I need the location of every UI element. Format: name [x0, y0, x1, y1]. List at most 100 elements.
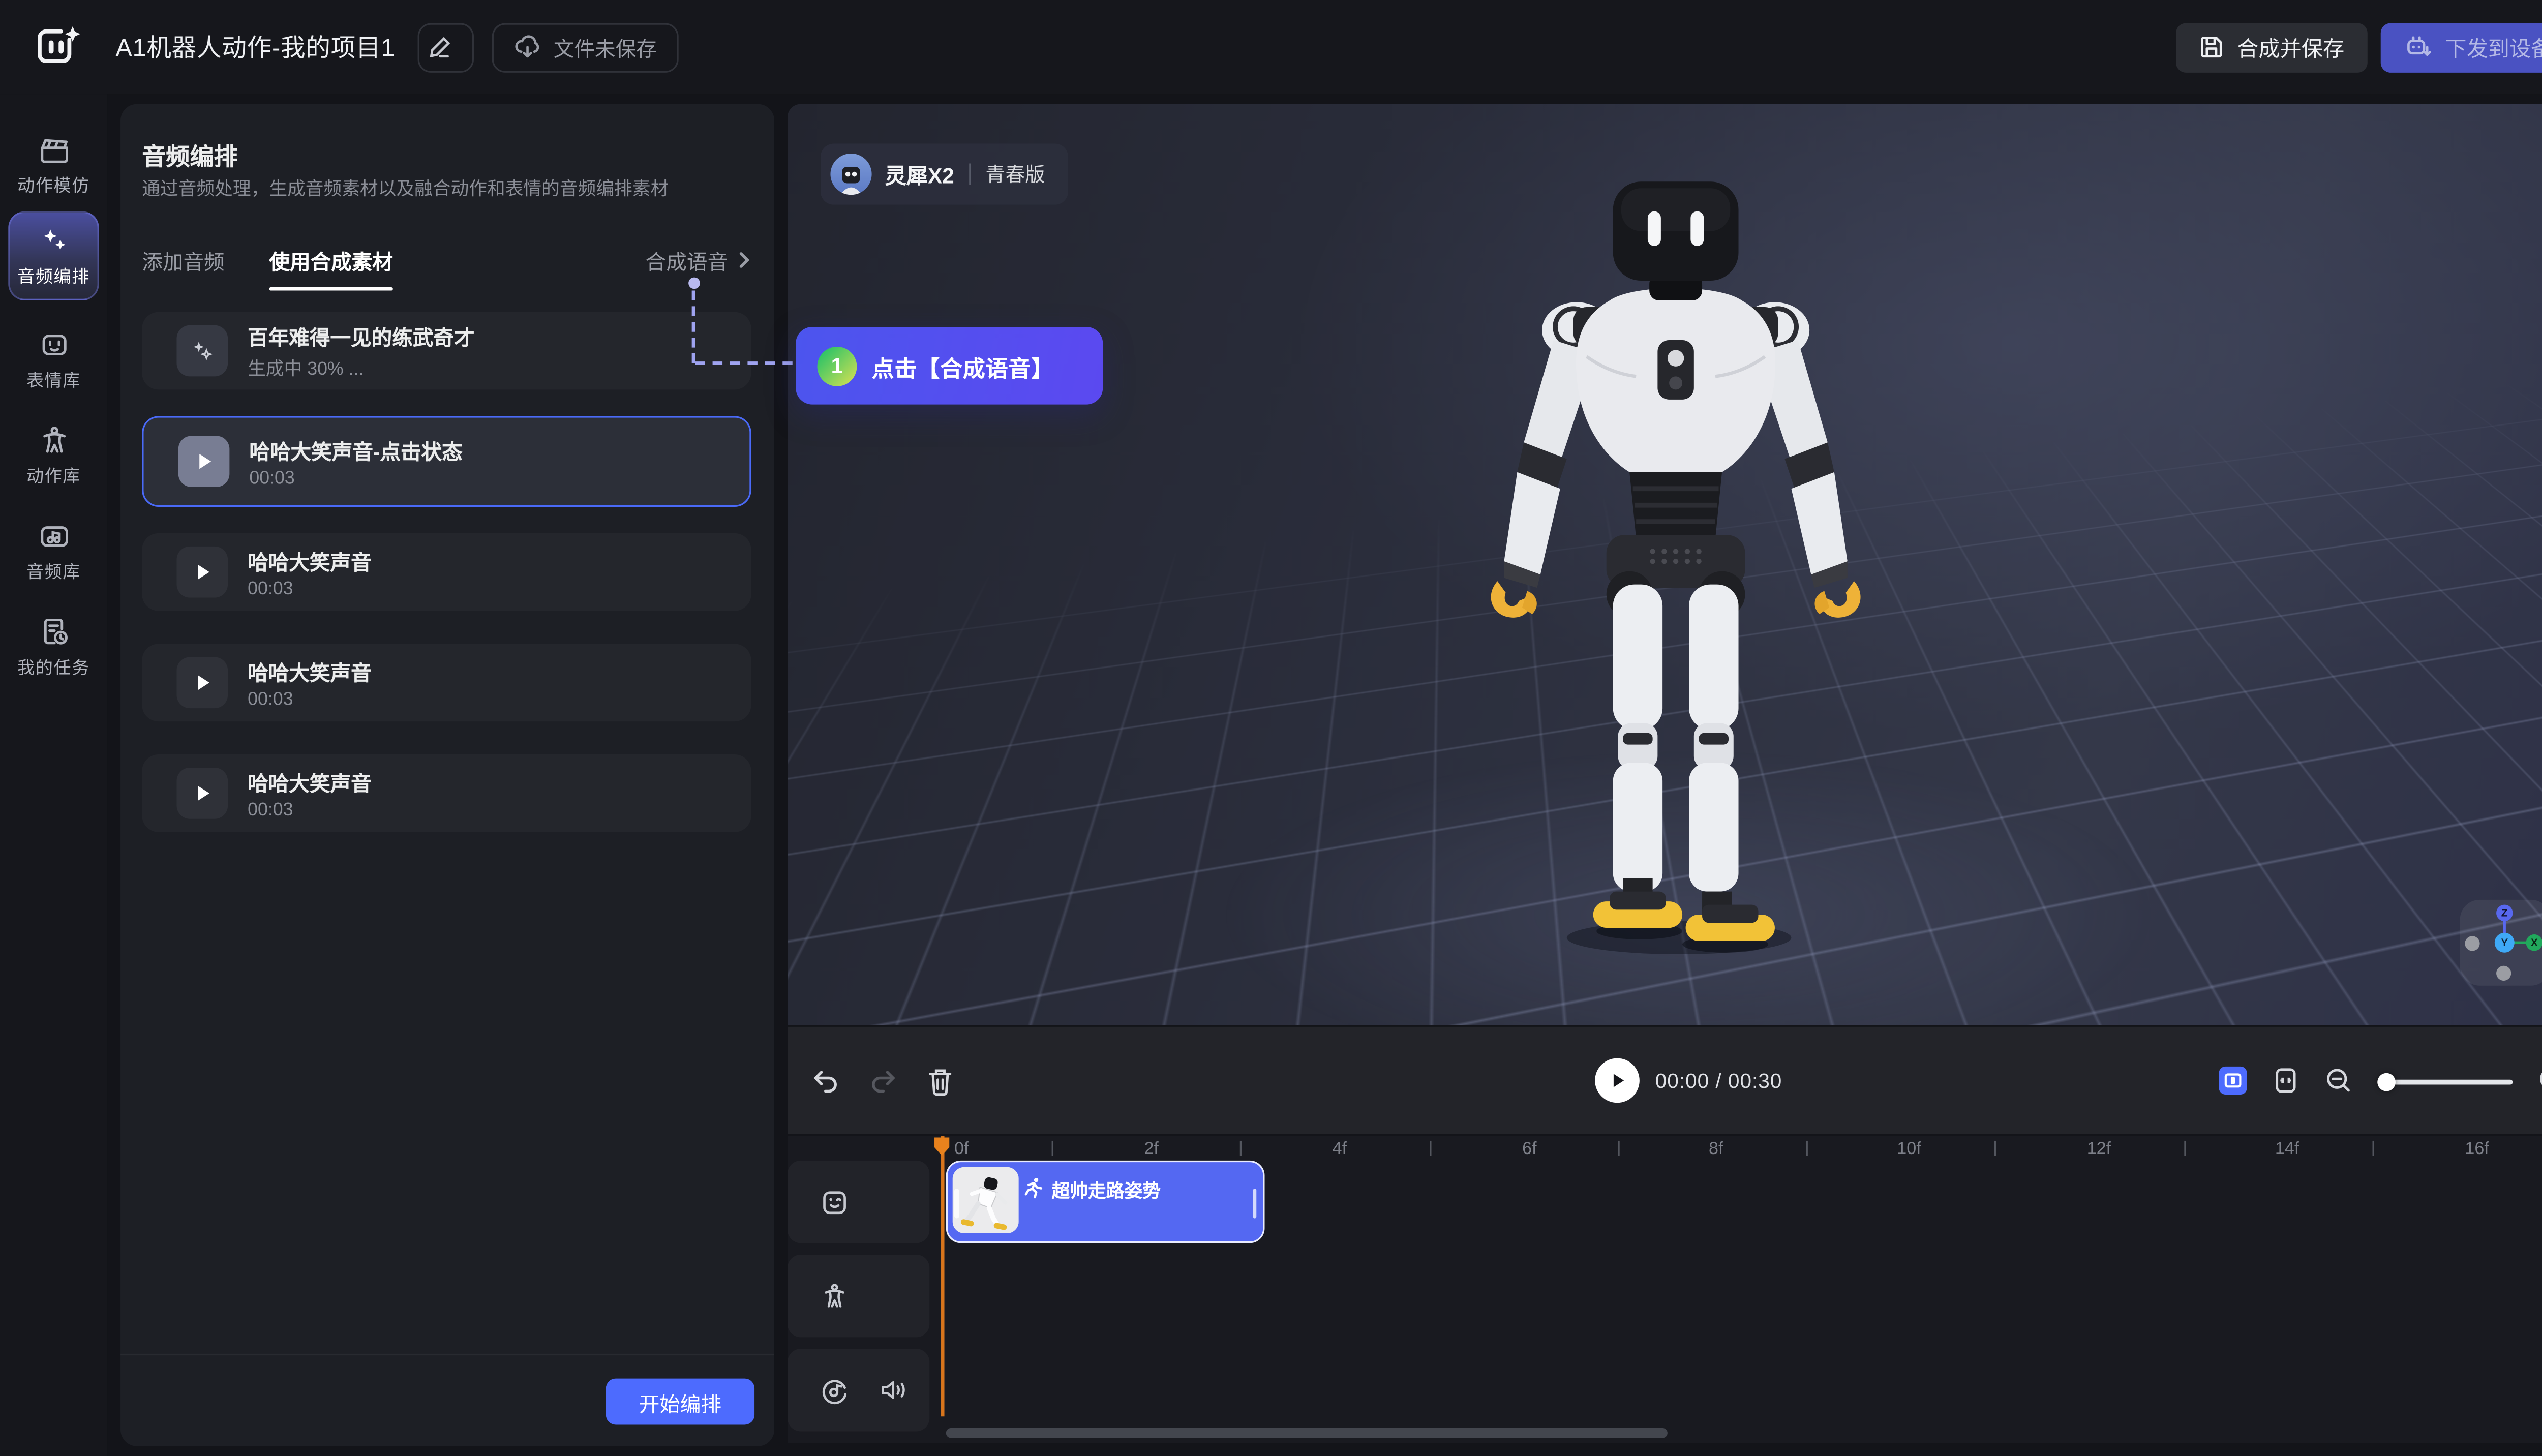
save-status-label: 文件未保存	[554, 32, 657, 63]
robot-download-icon	[2404, 33, 2432, 61]
audio-item-title: 百年难得一见的练武奇才	[248, 320, 475, 352]
sparkles-icon	[37, 224, 70, 257]
audio-item[interactable]: 哈哈大笑声音 00:03	[142, 754, 751, 832]
nav-my-tasks[interactable]: 我的任务	[0, 616, 107, 680]
tutorial-step-text: 点击【合成语音】	[872, 349, 1054, 382]
synthesize-voice-label: 合成语音	[646, 244, 728, 275]
track-audio[interactable]	[788, 1349, 929, 1431]
timeline-clip-motion[interactable]: 超帅走路姿势	[946, 1161, 1265, 1243]
tab-use-synth-material[interactable]: 使用合成素材	[269, 244, 393, 275]
tab-add-audio[interactable]: 添加音频	[142, 244, 224, 275]
nav-audio-arrange[interactable]: 音频编排	[8, 211, 99, 300]
tutorial-step-badge: 1	[817, 346, 857, 385]
ruler-label: 0f	[954, 1139, 969, 1159]
robot-face-icon	[37, 328, 70, 361]
audio-item[interactable]: 哈哈大笑声音 00:03	[142, 644, 751, 721]
audio-item-duration: 00:03	[248, 690, 372, 710]
axis-x-ball[interactable]: X	[2526, 934, 2542, 951]
robot-model-badge[interactable]: 灵犀X2 青春版	[821, 144, 1068, 205]
audio-item-generating[interactable]: 百年难得一见的练武奇才 生成中 30% ...	[142, 312, 751, 390]
ruler-label: 4f	[1333, 1139, 1347, 1159]
play-button-main[interactable]	[1594, 1058, 1639, 1103]
nav-audio-library[interactable]: 音频库	[0, 520, 107, 585]
connector-line-vertical	[692, 291, 695, 363]
timeline-horizontal-scrollbar[interactable]	[946, 1428, 1668, 1438]
save-status[interactable]: 文件未保存	[493, 22, 678, 72]
track-motion[interactable]	[788, 1255, 929, 1337]
audio-item-duration: 00:03	[248, 801, 372, 821]
zoom-in-button[interactable]	[2537, 1067, 2542, 1095]
nav-label: 我的任务	[17, 655, 90, 680]
fit-width-button[interactable]	[2272, 1067, 2299, 1095]
axis-z-ball[interactable]: Z	[2496, 905, 2513, 921]
zoom-out-button[interactable]	[2324, 1067, 2352, 1095]
audio-item-selected[interactable]: 哈哈大笑声音-点击状态 00:03	[142, 416, 751, 507]
ruler-label: 8f	[1709, 1139, 1723, 1159]
delete-button[interactable]	[926, 1066, 954, 1095]
audio-item-title: 哈哈大笑声音	[248, 766, 372, 798]
nav-expression-library[interactable]: 表情库	[0, 328, 107, 393]
nav-label: 动作模仿	[17, 173, 90, 198]
timeline-zoom-slider[interactable]	[2377, 1069, 2513, 1092]
rename-button[interactable]	[418, 22, 474, 72]
person-icon	[37, 424, 70, 458]
robot-name: 灵犀X2	[885, 159, 954, 190]
zoom-slider-thumb[interactable]	[2377, 1072, 2396, 1090]
expression-track-icon	[819, 1186, 851, 1218]
tutorial-tooltip: 1 点击【合成语音】	[796, 327, 1103, 405]
axis-gizmo[interactable]: Z X Y	[2460, 900, 2542, 986]
audio-item-title: 哈哈大笑声音	[248, 545, 372, 577]
generating-sparkle-icon	[176, 325, 228, 377]
clip-thumbnail	[953, 1167, 1019, 1233]
play-button[interactable]	[176, 768, 228, 819]
synthesize-save-button[interactable]: 合成并保存	[2176, 22, 2368, 72]
play-button[interactable]	[176, 657, 228, 708]
redo-button[interactable]	[868, 1066, 898, 1095]
ruler-tick	[1994, 1141, 1996, 1156]
playhead-line[interactable]	[941, 1136, 944, 1416]
audio-item[interactable]: 哈哈大笑声音 00:03	[142, 533, 751, 611]
nav-motion-library[interactable]: 动作库	[0, 424, 107, 489]
fit-timeline-toggle[interactable]	[2219, 1067, 2247, 1095]
synthesize-save-label: 合成并保存	[2237, 32, 2344, 63]
floppy-icon	[2199, 35, 2224, 59]
start-arrange-button[interactable]: 开始编排	[606, 1379, 754, 1425]
audio-track-icon	[819, 1374, 851, 1406]
ruler-label: 2f	[1144, 1139, 1158, 1159]
badge-divider	[969, 163, 971, 185]
timeline-area[interactable]: 0f 2f 4f 6f 8f 10f 12f 14f 16f	[788, 1136, 2542, 1443]
synthesize-voice-link[interactable]: 合成语音	[646, 244, 753, 275]
ruler-tick	[2373, 1141, 2374, 1156]
nav-label: 动作库	[26, 464, 81, 489]
panel-subtitle: 通过音频处理，生成音频素材以及融合动作和表情的音频编排素材	[142, 175, 753, 201]
play-button[interactable]	[178, 436, 230, 487]
play-button[interactable]	[176, 547, 228, 598]
viewport-3d[interactable]: 灵犀X2 青春版 Z X Y	[788, 104, 2542, 1025]
audio-item-duration: 00:03	[248, 580, 372, 599]
nav-label: 音频编排	[17, 263, 90, 288]
audio-arrange-panel: 音频编排 通过音频处理，生成音频素材以及融合动作和表情的音频编排素材 添加音频 …	[120, 104, 774, 1446]
clip-trim-right-handle[interactable]	[1252, 1189, 1256, 1218]
motion-track-icon	[819, 1280, 851, 1312]
ruler-tick	[2184, 1141, 2186, 1156]
axis-y-ball[interactable]: Y	[2495, 933, 2515, 953]
deploy-label: 下发到设备	[2445, 32, 2542, 63]
clip-trim-left-handle[interactable]	[954, 1189, 958, 1218]
top-bar: A1机器人动作-我的项目1 文件未保存 合成并保存	[0, 0, 2542, 94]
deploy-to-device-button[interactable]: 下发到设备	[2381, 22, 2542, 72]
speaker-icon[interactable]	[879, 1375, 908, 1405]
nav-motion-mimic[interactable]: 动作模仿	[0, 134, 107, 198]
playhead-handle[interactable]	[933, 1136, 951, 1157]
track-expression[interactable]	[788, 1161, 929, 1243]
music-frame-icon	[37, 520, 70, 553]
undo-button[interactable]	[810, 1066, 840, 1095]
zoom-slider-track[interactable]	[2377, 1079, 2513, 1084]
robot-avatar	[830, 154, 871, 195]
connector-line-horizontal	[695, 361, 793, 365]
robot-model[interactable]	[1477, 178, 1873, 971]
axis-neg-z-ball[interactable]	[2496, 966, 2511, 981]
clip-label: 超帅走路姿势	[1052, 1177, 1161, 1203]
robot-edition: 青春版	[985, 160, 1045, 188]
run-icon	[1023, 1177, 1043, 1198]
panel-title: 音频编排	[142, 139, 237, 173]
